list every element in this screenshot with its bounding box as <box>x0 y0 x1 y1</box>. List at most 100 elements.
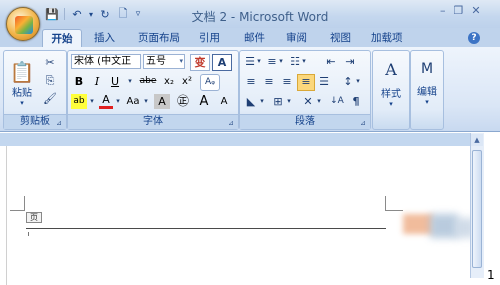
tab-references[interactable]: 引用 <box>199 29 220 47</box>
styles-icon: A <box>385 59 397 79</box>
help-icon[interactable]: ? <box>468 32 480 44</box>
editing-dropdown-icon: ▾ <box>425 98 429 106</box>
change-case-dropdown-icon[interactable]: ▾ <box>142 94 150 109</box>
subscript-icon[interactable]: x₂ <box>161 74 177 89</box>
font-group: 宋体 (中文正文) 五号 ▾ 变 A B I U ▾ abe x₂ x² Aᵩ … <box>67 50 239 130</box>
customize-qat-icon[interactable]: ▿ <box>133 6 143 22</box>
save-icon[interactable]: 💾 <box>44 6 60 22</box>
font-color-dropdown-icon[interactable]: ▾ <box>114 94 122 109</box>
clipboard-launcher-icon[interactable]: ⊿ <box>56 119 64 127</box>
phonetic-guide-icon[interactable]: 变 <box>190 54 210 71</box>
superscript-icon[interactable]: x² <box>179 74 195 89</box>
tab-view[interactable]: 视图 <box>330 29 351 47</box>
editing-button[interactable]: M 编辑 ▾ <box>412 55 442 112</box>
center-icon[interactable]: ≡ <box>261 74 277 89</box>
undo-icon[interactable]: ↶ <box>69 6 85 22</box>
office-button[interactable] <box>6 7 40 41</box>
blurred-overlay <box>403 214 433 234</box>
paste-icon: 📋 <box>9 59 35 84</box>
print-preview-icon[interactable]: 🗋 <box>115 6 131 22</box>
tab-mailings[interactable]: 邮件 <box>244 29 265 47</box>
highlight-icon[interactable]: ab <box>71 94 87 109</box>
underline-icon[interactable]: U <box>108 74 122 89</box>
tab-page-layout[interactable]: 页面布局 <box>138 29 180 47</box>
enclose-characters-icon[interactable]: ㊣ <box>174 94 192 109</box>
align-left-icon[interactable]: ≡ <box>243 74 259 89</box>
tab-review[interactable]: 审阅 <box>286 29 307 47</box>
increase-indent-icon[interactable]: ⇥ <box>342 54 358 69</box>
bullets-dropdown-icon[interactable]: ▾ <box>256 54 262 69</box>
binoculars-icon: M <box>420 61 434 77</box>
strikethrough-icon[interactable]: abe <box>138 74 158 89</box>
italic-icon[interactable]: I <box>90 74 104 89</box>
document-title: 文档 2 - Microsoft Word <box>191 10 329 24</box>
document-page[interactable] <box>6 146 466 285</box>
scrollbar-thumb[interactable] <box>472 150 482 268</box>
format-painter-icon[interactable]: 🖌 <box>40 91 60 106</box>
bold-icon[interactable]: B <box>72 74 86 89</box>
underline-dropdown-icon[interactable]: ▾ <box>126 74 134 89</box>
minimize-icon[interactable]: – <box>440 4 446 17</box>
align-right-icon[interactable]: ≡ <box>279 74 295 89</box>
scroll-up-icon[interactable]: ▲ <box>471 134 483 146</box>
tab-insert[interactable]: 插入 <box>94 29 115 47</box>
undo-dropdown-icon[interactable]: ▾ <box>87 6 95 22</box>
styles-dropdown-icon: ▾ <box>389 99 393 108</box>
margin-corner-mark <box>24 196 25 210</box>
numbering-dropdown-icon[interactable]: ▾ <box>278 54 284 69</box>
distributed-icon[interactable]: ☰ <box>316 74 332 89</box>
paragraph-group: ☰ ▾ ≡ ▾ ☷ ▾ ⇤ ⇥ ≡ ≡ ≡ ≡ ☰ ↕ ▾ ◣ ▾ ⊞ ▾ ✕ … <box>239 50 371 130</box>
paste-dropdown-icon: ▾ <box>20 98 24 107</box>
numbering-icon[interactable]: ≡ <box>265 54 279 69</box>
header-separator-line <box>26 228 386 229</box>
styles-group: A 样式 ▾ <box>372 50 410 130</box>
styles-button[interactable]: A 样式 ▾ <box>375 55 407 112</box>
bullets-icon[interactable]: ☰ <box>243 54 257 69</box>
font-group-label: 字体 <box>68 114 238 129</box>
font-launcher-icon[interactable]: ⊿ <box>228 119 236 127</box>
redo-icon[interactable]: ↻ <box>97 6 113 22</box>
top-ruler-strip <box>0 133 470 146</box>
show-marks-icon[interactable]: ¶ <box>348 94 364 109</box>
character-border-icon[interactable]: A <box>212 54 232 71</box>
chinese-layout-icon[interactable]: ✕ <box>300 94 316 109</box>
clear-formatting-icon[interactable]: Aᵩ <box>200 74 220 91</box>
cut-icon[interactable]: ✂ <box>40 55 60 70</box>
font-name-combo[interactable]: 宋体 (中文正文) <box>71 54 141 69</box>
clipboard-group: 📋 粘贴 ▾ ✂ ⎘ 🖌 剪贴板 ⊿ <box>3 50 67 130</box>
paragraph-shading-icon[interactable]: ◣ <box>243 94 259 109</box>
grow-font-icon[interactable]: A <box>195 94 213 109</box>
paragraph-launcher-icon[interactable]: ⊿ <box>360 119 368 127</box>
close-icon[interactable]: ✕ <box>471 4 480 17</box>
borders-dropdown-icon[interactable]: ▾ <box>286 94 292 109</box>
tab-home[interactable]: 开始 <box>42 29 82 48</box>
multilevel-list-icon[interactable]: ☷ <box>288 54 302 69</box>
highlight-dropdown-icon[interactable]: ▾ <box>88 94 96 109</box>
editing-group: M 编辑 ▾ <box>410 50 444 130</box>
justify-icon[interactable]: ≡ <box>297 74 315 91</box>
line-spacing-icon[interactable]: ↕ <box>340 74 356 89</box>
copy-icon[interactable]: ⎘ <box>40 73 60 88</box>
sort-icon[interactable]: ↓A <box>328 94 346 109</box>
font-size-value: 五号 <box>146 56 166 67</box>
editing-label: 编辑 <box>417 87 437 98</box>
font-size-combo[interactable]: 五号 ▾ <box>143 54 185 69</box>
margin-corner-mark <box>385 196 386 210</box>
multilevel-dropdown-icon[interactable]: ▾ <box>301 54 307 69</box>
change-case-icon[interactable]: Aa <box>125 94 141 109</box>
shrink-font-icon[interactable]: A <box>215 94 233 109</box>
shading-dropdown-icon[interactable]: ▾ <box>259 94 265 109</box>
margin-corner-mark <box>385 210 403 211</box>
restore-icon[interactable]: ❐ <box>454 4 464 17</box>
office-logo-icon <box>15 16 33 34</box>
header-marker[interactable]: 页 <box>26 212 42 223</box>
paste-button[interactable]: 📋 粘贴 ▾ <box>6 53 38 113</box>
decrease-indent-icon[interactable]: ⇤ <box>323 54 339 69</box>
line-spacing-dropdown-icon[interactable]: ▾ <box>355 74 361 89</box>
chinese-layout-dropdown-icon[interactable]: ▾ <box>316 94 322 109</box>
tab-addins[interactable]: 加载项 <box>371 29 403 47</box>
page-number: 1 <box>487 268 495 282</box>
character-shading-icon[interactable]: A <box>154 94 170 109</box>
borders-icon[interactable]: ⊞ <box>270 94 286 109</box>
font-color-icon[interactable]: A <box>99 94 113 109</box>
